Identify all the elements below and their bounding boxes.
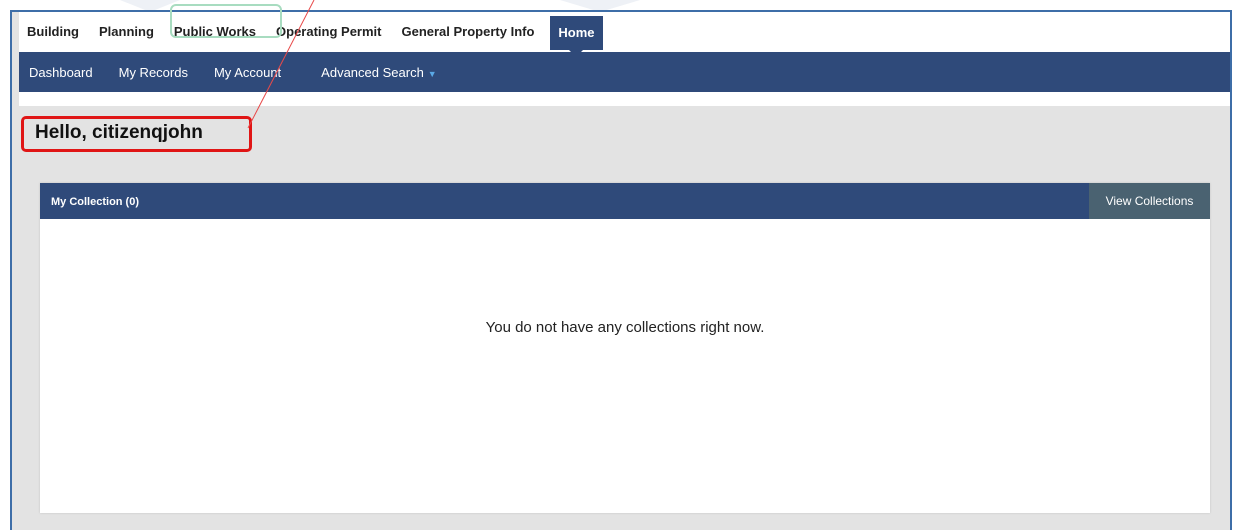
tab-general-property-info[interactable]: General Property Info (391, 17, 544, 47)
advanced-search-label: Advanced Search (321, 64, 424, 80)
tab-operating-permit[interactable]: Operating Permit (266, 17, 391, 47)
public-works-highlight (170, 4, 282, 38)
view-collections-button[interactable]: View Collections (1089, 183, 1210, 219)
empty-state-message: You do not have any collections right no… (485, 319, 765, 336)
panel-header: My Collection (0) View Collections (40, 183, 1210, 219)
tab-building[interactable]: Building (19, 17, 89, 47)
sub-nav: Dashboard My Records My Account Advanced… (19, 52, 1230, 92)
subnav-my-account[interactable]: My Account (201, 65, 294, 80)
subnav-my-records[interactable]: My Records (106, 65, 201, 80)
tab-planning[interactable]: Planning (89, 17, 164, 47)
subnav-advanced-search[interactable]: Advanced Search ▼ (294, 65, 450, 80)
chevron-down-icon: ▼ (427, 68, 437, 79)
tab-home[interactable]: Home (550, 16, 603, 57)
panel-title: My Collection (0) (51, 196, 140, 208)
my-collection-panel: My Collection (0) View Collections You d… (40, 183, 1210, 513)
subnav-dashboard[interactable]: Dashboard (19, 65, 106, 80)
tab-home-label: Home (558, 25, 595, 40)
header-spacer (19, 92, 1230, 106)
greeting-highlight (21, 116, 252, 152)
